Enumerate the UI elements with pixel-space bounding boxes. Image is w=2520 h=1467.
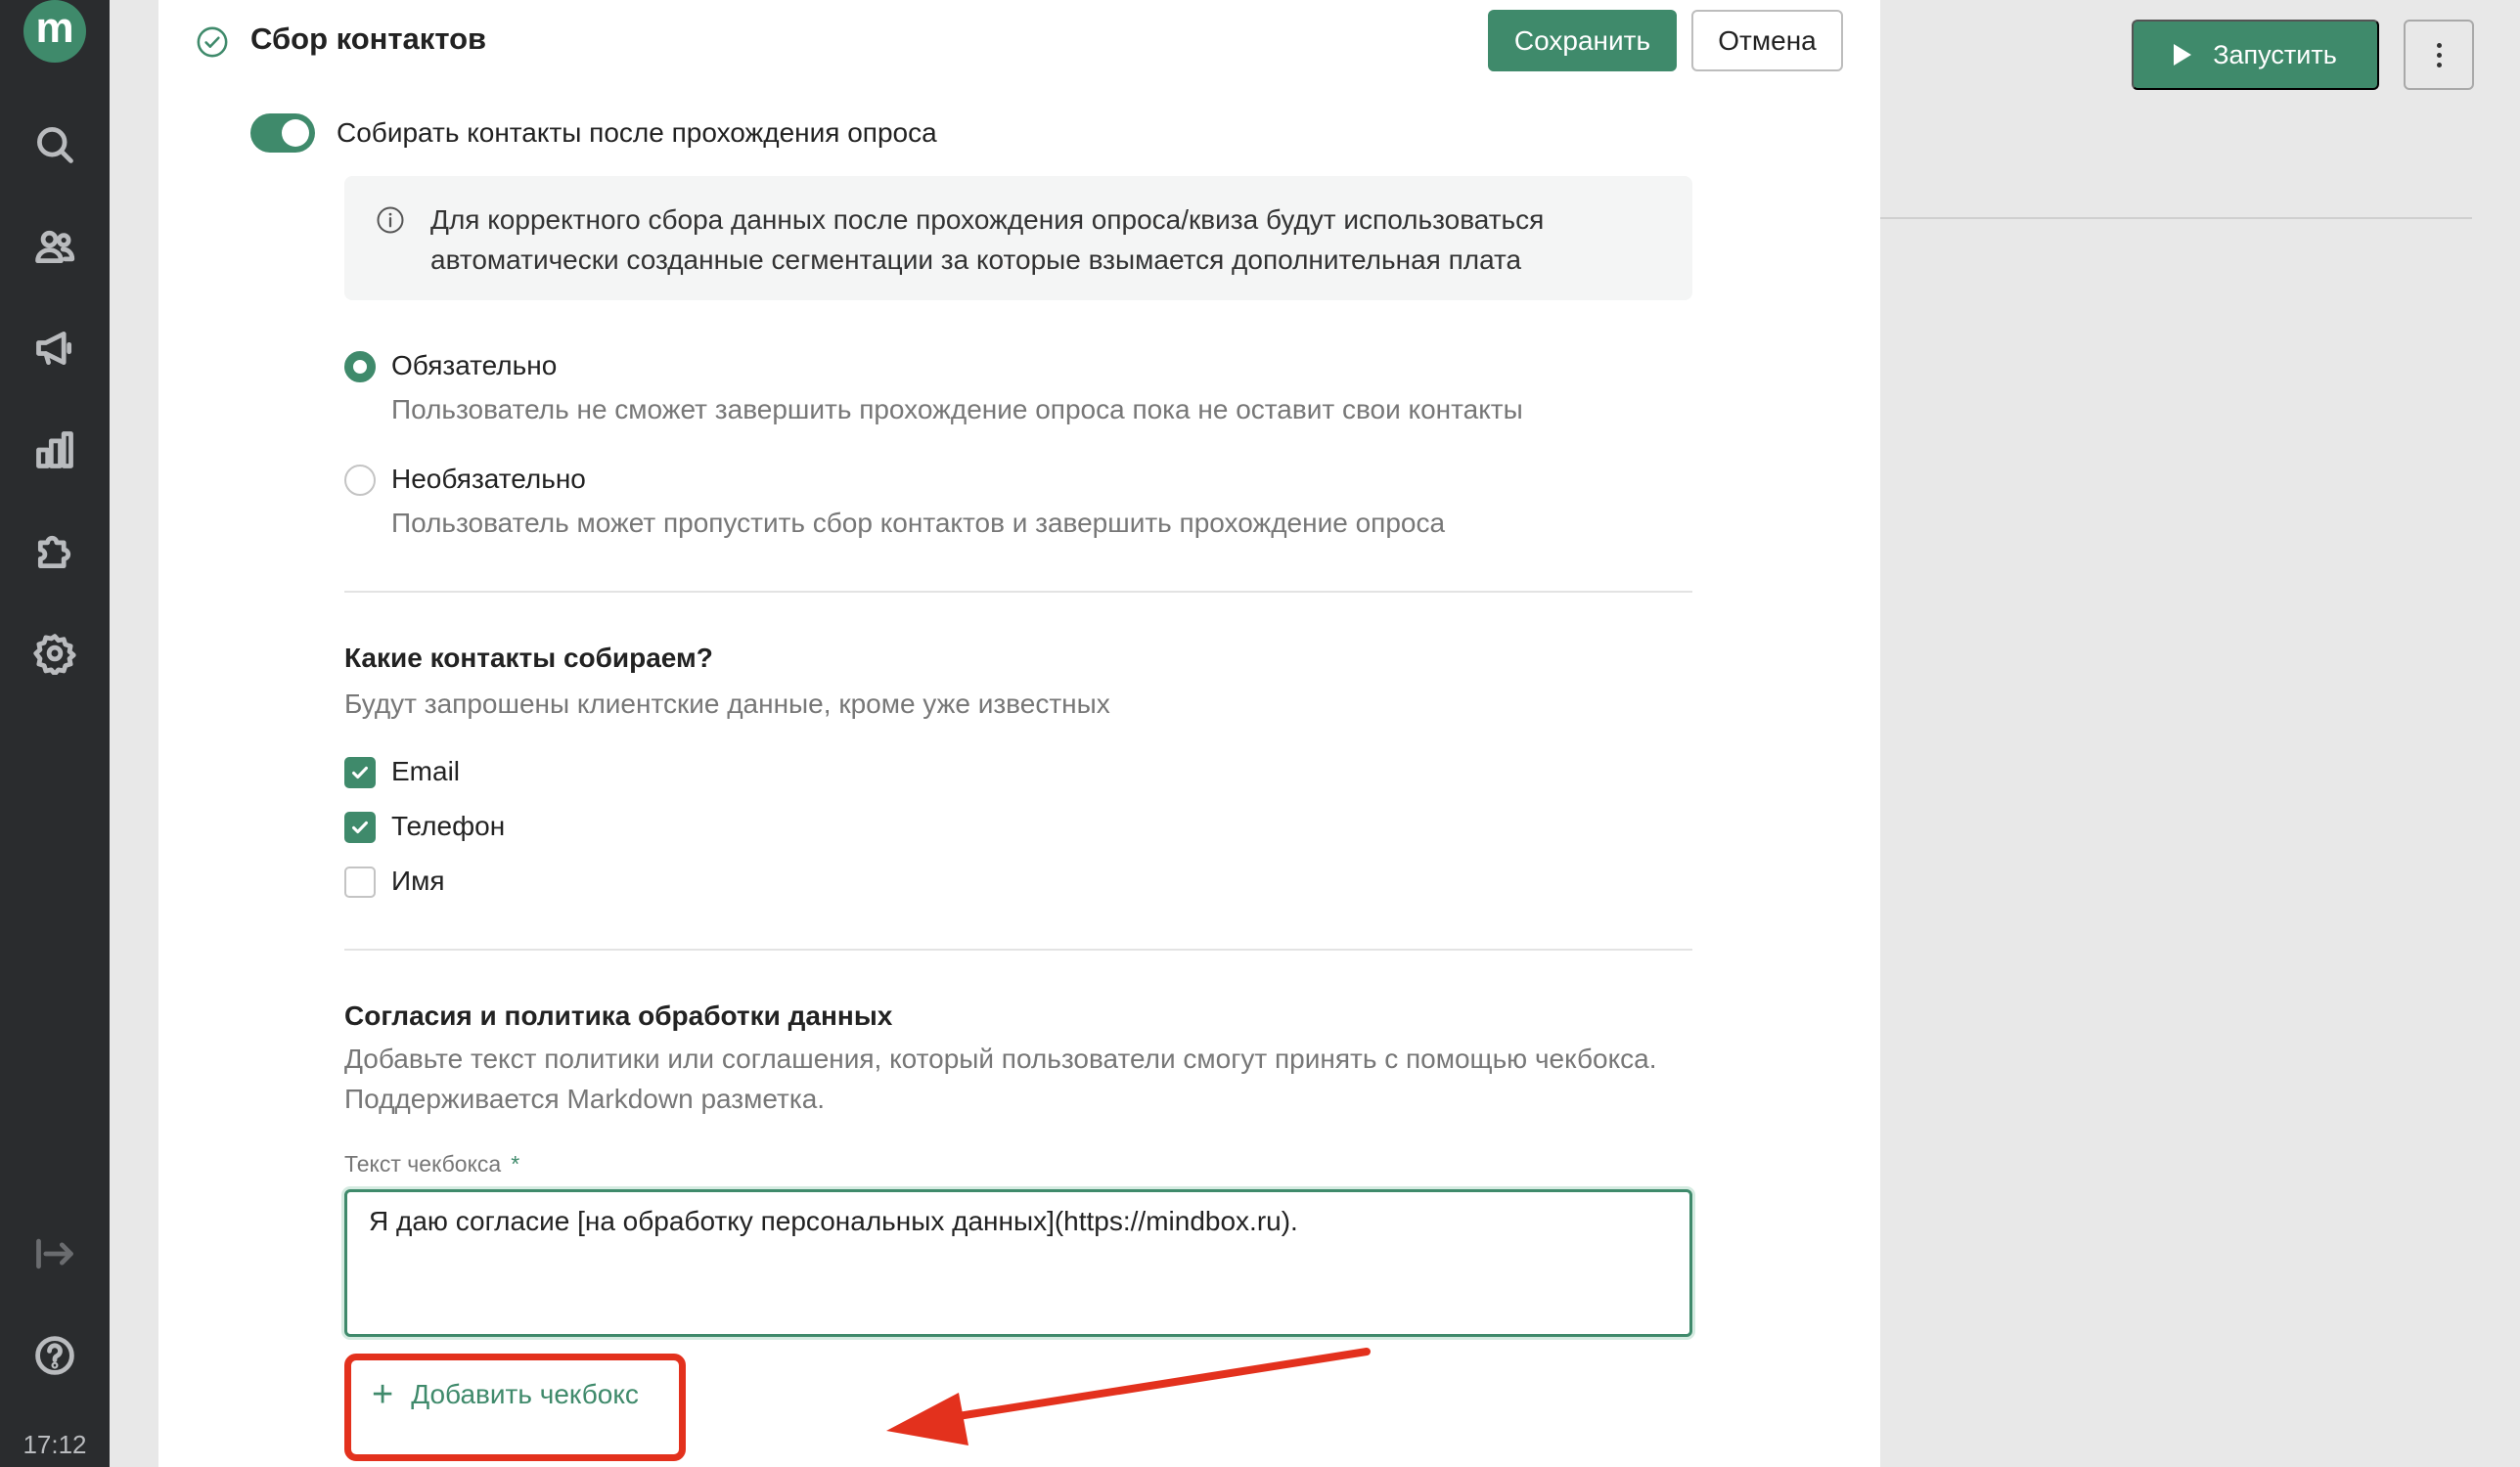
checkbox-text-label-text: Текст чекбокса [344, 1151, 502, 1177]
checkbox-name[interactable] [344, 867, 376, 898]
checkbox-email[interactable] [344, 757, 376, 788]
radio-required[interactable] [344, 351, 376, 382]
annotation-arrow-icon [886, 1348, 1371, 1445]
radio-optional[interactable] [344, 465, 376, 496]
checkbox-name-label: Имя [391, 866, 445, 896]
background-divider [1880, 217, 2472, 219]
chart-icon[interactable] [29, 424, 80, 475]
divider [344, 591, 1692, 593]
option-optional-title: Необязательно [391, 464, 586, 494]
users-icon[interactable] [29, 221, 80, 272]
option-required-title: Обязательно [391, 350, 558, 380]
dot-icon [2436, 52, 2442, 58]
toggle-label: Собирать контакты после прохождения опро… [337, 117, 937, 148]
collect-contacts-toggle[interactable] [250, 113, 315, 153]
info-text: Для корректного сбора данных после прохо… [430, 204, 1545, 275]
divider [344, 949, 1692, 951]
panel-title: Сбор контактов [250, 22, 487, 56]
consent-section-title: Согласия и политика обработки данных [344, 1000, 893, 1031]
checkbox-phone-label: Телефон [391, 811, 506, 841]
contacts-section-desc: Будут запрошены клиентские данные, кроме… [344, 689, 1110, 719]
gear-icon[interactable] [29, 628, 80, 679]
search-icon[interactable] [29, 119, 80, 170]
launch-label: Запустить [2213, 39, 2337, 69]
cancel-button[interactable]: Отмена [1691, 10, 1843, 71]
checkbox-text-input[interactable]: Я даю согласие [на обработку персональны… [344, 1189, 1692, 1337]
consent-section-desc: Добавьте текст политики или соглашения, … [344, 1044, 1657, 1114]
option-optional-desc: Пользователь может пропустить сбор конта… [391, 508, 1446, 538]
mindbox-logo[interactable]: m [23, 0, 86, 63]
checkbox-phone[interactable] [344, 812, 376, 843]
info-icon [377, 206, 404, 234]
sidebar: m 17:12 [0, 0, 110, 1467]
launch-button[interactable]: Запустить [2132, 20, 2379, 90]
clock: 17:12 [22, 1430, 87, 1459]
contacts-section-title: Какие контакты собираем? [344, 643, 713, 673]
add-checkbox-label: Добавить чекбокс [411, 1379, 639, 1409]
check-circle-icon [197, 26, 228, 58]
contact-collection-panel: Сбор контактов Сохранить Отмена Собирать… [158, 0, 1880, 1467]
check-icon [352, 821, 368, 834]
puzzle-icon[interactable] [29, 526, 80, 577]
save-button[interactable]: Сохранить [1488, 10, 1677, 71]
play-icon [2174, 44, 2192, 66]
required-mark: * [511, 1151, 520, 1177]
check-icon [352, 766, 368, 779]
checkbox-text-label: Текст чекбокса * [344, 1151, 519, 1178]
add-checkbox-button[interactable]: + Добавить чекбокс [372, 1374, 639, 1415]
plus-icon: + [372, 1374, 394, 1415]
logout-icon[interactable] [29, 1228, 80, 1279]
more-options-button[interactable] [2404, 20, 2474, 90]
help-icon[interactable] [29, 1330, 80, 1381]
dot-icon [2436, 42, 2442, 48]
checkbox-email-label: Email [391, 756, 461, 786]
option-required-desc: Пользователь не сможет завершить прохожд… [391, 394, 1523, 424]
dot-icon [2436, 62, 2442, 67]
megaphone-icon[interactable] [29, 323, 80, 374]
